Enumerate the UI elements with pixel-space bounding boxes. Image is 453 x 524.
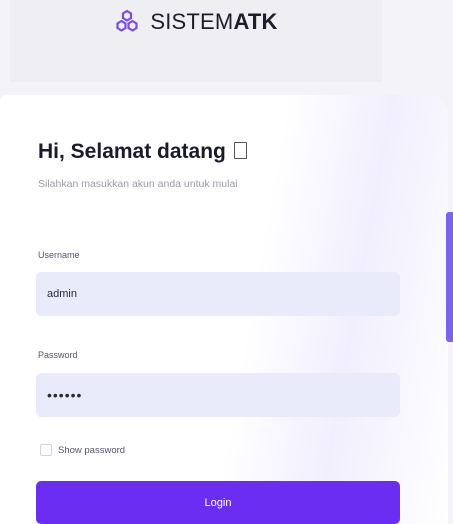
login-button[interactable]: Login xyxy=(36,481,400,524)
username-input[interactable] xyxy=(36,272,400,316)
title-text: Hi, Selamat datang xyxy=(38,140,226,163)
show-password-label[interactable]: Show password xyxy=(58,445,125,456)
brand-name: SISTEMATK xyxy=(150,9,277,35)
brand-prefix: SISTEM xyxy=(150,9,234,34)
brand-header: SISTEMATK xyxy=(10,0,382,82)
show-password-checkbox[interactable] xyxy=(40,444,52,456)
username-label: Username xyxy=(38,250,80,260)
password-label: Password xyxy=(38,350,78,360)
page-subtitle: Silahkan masukkan akun anda untuk mulai xyxy=(38,178,238,190)
hexagon-cluster-icon xyxy=(114,9,140,35)
scroll-indicator xyxy=(446,212,453,342)
page-title: Hi, Selamat datang xyxy=(38,140,247,164)
brand-suffix: ATK xyxy=(233,9,278,34)
password-input[interactable] xyxy=(36,373,400,417)
show-password-row[interactable]: Show password xyxy=(40,444,125,456)
brand-logo: SISTEMATK xyxy=(114,9,277,35)
wave-emoji-icon xyxy=(233,142,247,159)
